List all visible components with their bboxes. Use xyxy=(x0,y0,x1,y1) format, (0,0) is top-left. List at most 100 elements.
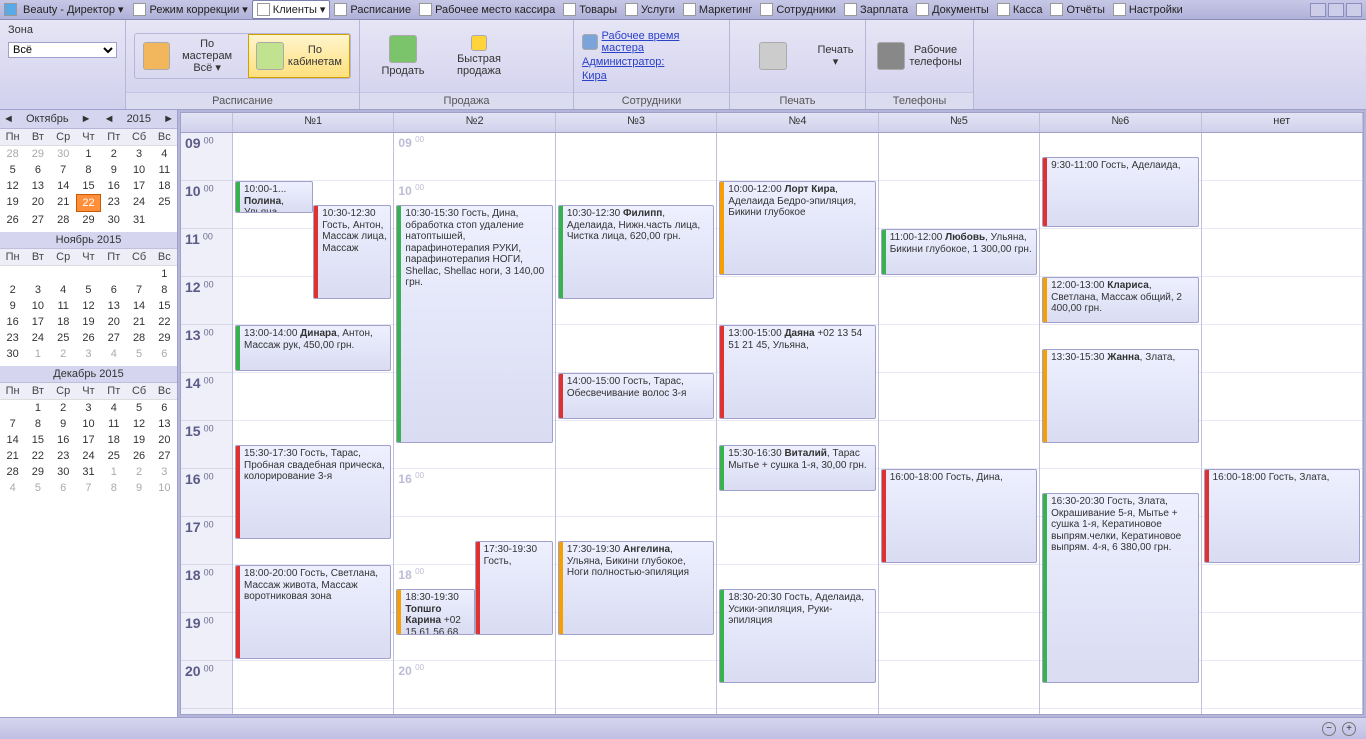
menu-Клиенты[interactable]: Клиенты ▾ xyxy=(252,0,331,19)
calendar-day[interactable]: 11 xyxy=(101,416,126,432)
appointment[interactable]: 16:00-18:00 Гость, Злата, xyxy=(1204,469,1360,563)
calendar-day[interactable]: 30 xyxy=(51,464,76,480)
calendar-day[interactable]: 12 xyxy=(126,416,151,432)
appointment[interactable]: 10:30-12:30 Филипп, Аделаида, Нижн.часть… xyxy=(558,205,714,299)
calendar-day[interactable]: 2 xyxy=(51,346,76,362)
year-label[interactable]: 2015 xyxy=(127,113,151,125)
lane[interactable]: 16:00-18:00 Гость, Злата, xyxy=(1202,133,1363,714)
menu-Рабочее место кассира[interactable]: Рабочее место кассира xyxy=(415,0,559,19)
calendar-day[interactable]: 2 xyxy=(126,464,151,480)
appointment[interactable]: 13:00-15:00 Даяна +02 13 54 51 21 45, Ул… xyxy=(719,325,875,419)
menu-Сотрудники[interactable]: Сотрудники xyxy=(756,0,840,19)
calendar-day[interactable]: 16 xyxy=(101,178,126,194)
calendar-day[interactable]: 3 xyxy=(152,464,177,480)
calendar-day[interactable]: 28 xyxy=(126,330,151,346)
calendar-day[interactable]: 5 xyxy=(126,346,151,362)
appointment[interactable]: 10:00-1... Полина, Ульяна, xyxy=(235,181,313,213)
calendar-day[interactable]: 20 xyxy=(101,314,126,330)
lane[interactable]: 10:30-12:30 Филипп, Аделаида, Нижн.часть… xyxy=(556,133,717,714)
calendar-day[interactable]: 5 xyxy=(126,400,151,416)
app-title[interactable]: Beauty - Директор ▾ xyxy=(19,1,127,18)
calendar-day[interactable]: 17 xyxy=(126,178,151,194)
appointment[interactable]: 10:30-12:30 Гость, Антон, Массаж лица, М… xyxy=(313,205,391,299)
prev-month-button[interactable]: ◄ xyxy=(3,113,14,125)
calendar-day[interactable]: 15 xyxy=(25,432,50,448)
quick-sale-button[interactable]: Быстраяпродажа xyxy=(444,31,514,81)
calendar-day[interactable]: 27 xyxy=(101,330,126,346)
appointment[interactable]: 12:00-13:00 Клариса, Светлана, Массаж об… xyxy=(1042,277,1198,323)
calendar-day[interactable]: 20 xyxy=(152,432,177,448)
calendar-day[interactable]: 9 xyxy=(126,480,151,496)
calendar-day[interactable]: 18 xyxy=(152,178,177,194)
room-header-cell[interactable]: №1 xyxy=(233,113,394,132)
admin-link[interactable]: Администратор: xyxy=(582,56,664,68)
room-header-cell[interactable]: нет xyxy=(1202,113,1363,132)
print-button[interactable] xyxy=(738,38,808,74)
calendar-day[interactable]: 19 xyxy=(126,432,151,448)
calendar-day[interactable]: 11 xyxy=(51,298,76,314)
calendar-day[interactable]: 3 xyxy=(76,346,101,362)
room-header-cell[interactable]: №2 xyxy=(394,113,555,132)
calendar-day[interactable]: 20 xyxy=(25,194,50,212)
appointment[interactable]: 18:00-20:00 Гость, Светлана, Массаж живо… xyxy=(235,565,391,659)
calendar-day[interactable]: 29 xyxy=(76,212,101,228)
calendar-day[interactable]: 7 xyxy=(0,416,25,432)
restore-button[interactable] xyxy=(1328,3,1344,17)
calendar-day[interactable]: 25 xyxy=(152,194,177,212)
lane[interactable]: 9:30-11:00 Гость, Аделаида,12:00-13:00 К… xyxy=(1040,133,1201,714)
calendar-day[interactable]: 10 xyxy=(76,416,101,432)
appointment[interactable]: 17:30-19:30 Ангелина, Ульяна, Бикини глу… xyxy=(558,541,714,635)
room-header-cell[interactable]: №3 xyxy=(556,113,717,132)
calendar-day[interactable]: 10 xyxy=(126,162,151,178)
close-button[interactable] xyxy=(1346,3,1362,17)
calendar-day[interactable]: 26 xyxy=(76,330,101,346)
lane[interactable]: 10:00-12:00 Лорт Кира, Аделаида Бедро-эп… xyxy=(717,133,878,714)
calendar-day[interactable]: 8 xyxy=(152,282,177,298)
calendar-day[interactable]: 30 xyxy=(101,212,126,228)
appointment[interactable]: 18:30-20:30 Гость, Аделаида, Усики-эпиля… xyxy=(719,589,875,683)
calendar-day[interactable]: 10 xyxy=(152,480,177,496)
calendar-day[interactable]: 16 xyxy=(51,432,76,448)
menu-Документы[interactable]: Документы xyxy=(912,0,993,19)
calendar-day[interactable]: 13 xyxy=(101,298,126,314)
lane[interactable]: 09 0010 0016 0018 0020 0010:30-15:30 Гос… xyxy=(394,133,555,714)
calendar-day[interactable]: 1 xyxy=(76,146,101,162)
calendar-day[interactable]: 31 xyxy=(76,464,101,480)
sell-button[interactable]: Продать xyxy=(368,31,438,81)
calendar-day[interactable]: 14 xyxy=(0,432,25,448)
calendar-day[interactable]: 29 xyxy=(25,464,50,480)
calendar-day[interactable]: 22 xyxy=(152,314,177,330)
month-label[interactable]: Октябрь xyxy=(26,113,69,125)
calendar-day[interactable]: 22 xyxy=(25,448,50,464)
by-masters-button[interactable]: По мастерамВсё ▾ xyxy=(135,34,248,78)
calendar-day[interactable]: 14 xyxy=(51,178,76,194)
room-header-cell[interactable]: №4 xyxy=(717,113,878,132)
calendar-day[interactable]: 7 xyxy=(126,282,151,298)
calendar-day[interactable]: 13 xyxy=(152,416,177,432)
calendar-day[interactable]: 6 xyxy=(152,400,177,416)
calendar-day[interactable]: 6 xyxy=(25,162,50,178)
calendar-day[interactable]: 8 xyxy=(76,162,101,178)
calendar-day[interactable]: 4 xyxy=(101,400,126,416)
appointment[interactable]: 13:30-15:30 Жанна, Злата, xyxy=(1042,349,1198,443)
calendar-day[interactable]: 15 xyxy=(152,298,177,314)
appointment[interactable]: 16:00-18:00 Гость, Дина, xyxy=(881,469,1037,563)
next-year-button[interactable]: ► xyxy=(163,113,174,125)
calendar-day[interactable]: 1 xyxy=(152,266,177,282)
calendar-day[interactable]: 29 xyxy=(25,146,50,162)
calendar-day[interactable]: 10 xyxy=(25,298,50,314)
menu-Товары[interactable]: Товары xyxy=(559,0,621,19)
calendar-day[interactable]: 21 xyxy=(51,194,76,212)
calendar-day[interactable]: 23 xyxy=(51,448,76,464)
appointment[interactable]: 10:00-12:00 Лорт Кира, Аделаида Бедро-эп… xyxy=(719,181,875,275)
appointment[interactable]: 18:30-19:30 Топшго Карина +02 15 61 56 6… xyxy=(396,589,474,635)
calendar-day[interactable]: 6 xyxy=(101,282,126,298)
admin-name-link[interactable]: Кира xyxy=(582,70,607,82)
calendar-day[interactable]: 2 xyxy=(0,282,25,298)
calendar-day[interactable]: 9 xyxy=(101,162,126,178)
calendar-day[interactable]: 11 xyxy=(152,162,177,178)
calendar-day[interactable]: 19 xyxy=(76,314,101,330)
calendar-day[interactable]: 22 xyxy=(76,194,101,212)
calendar-day[interactable]: 17 xyxy=(76,432,101,448)
appointment[interactable]: 10:30-15:30 Гость, Дина, обработка стоп … xyxy=(396,205,552,443)
